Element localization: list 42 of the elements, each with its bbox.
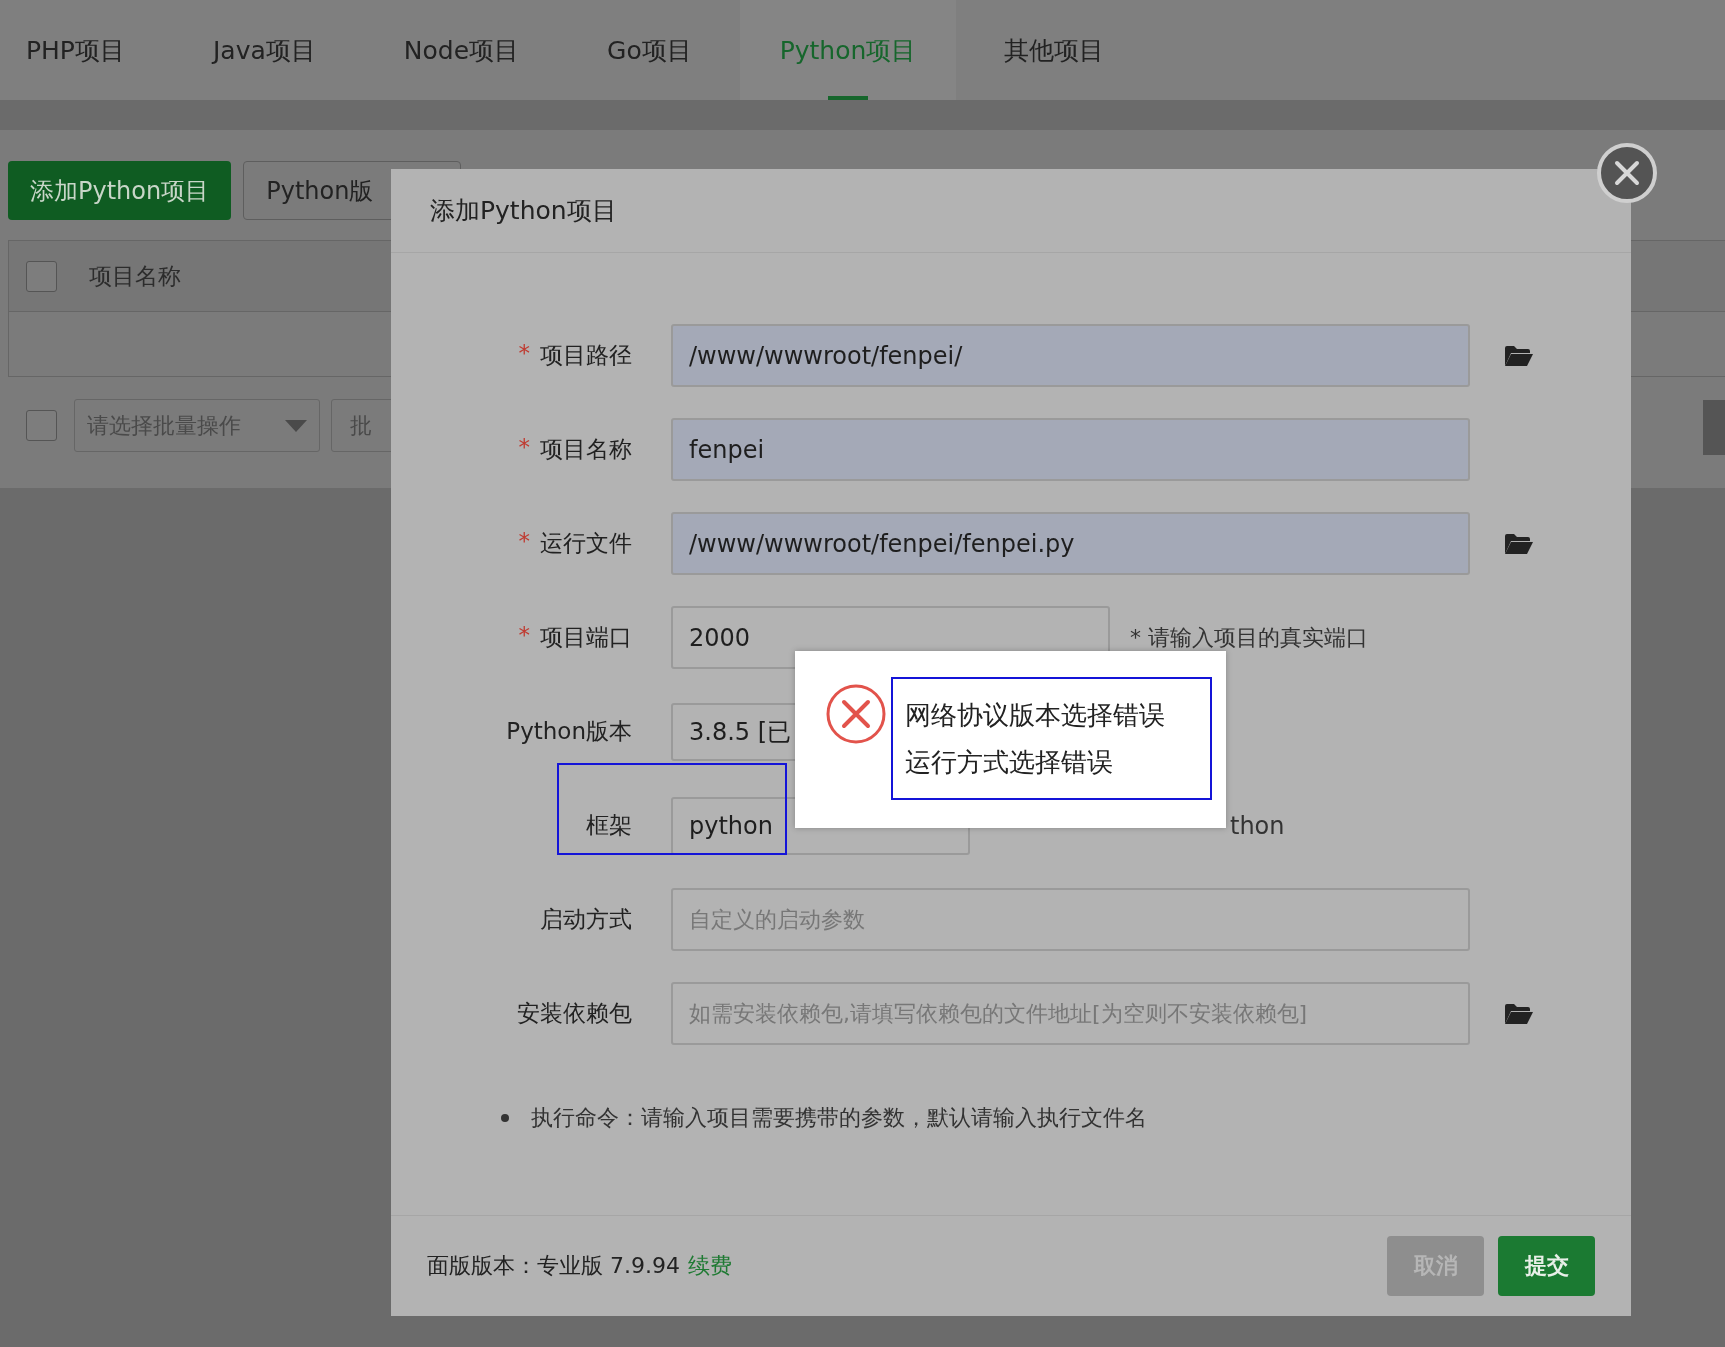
required-mark: *: [518, 528, 530, 556]
select-all-checkbox[interactable]: [26, 260, 57, 292]
field-label: Python版本: [506, 717, 632, 746]
folder-icon[interactable]: [1504, 1002, 1534, 1025]
required-mark: *: [518, 622, 530, 650]
field-label: 项目路径: [540, 341, 632, 370]
field-label: 安装依赖包: [517, 999, 632, 1028]
field-label: 运行文件: [540, 529, 632, 558]
error-icon: [825, 683, 887, 745]
project-tab[interactable]: Go项目: [567, 0, 732, 100]
input-field[interactable]: /www/wwwroot/fenpei/: [671, 324, 1470, 387]
caret-icon: [285, 419, 307, 432]
folder-icon[interactable]: [1504, 532, 1534, 555]
input-field[interactable]: /www/wwwroot/fenpei/fenpei.py: [671, 512, 1470, 575]
submit-button[interactable]: 提交: [1498, 1236, 1595, 1296]
input-field[interactable]: 如需安装依赖包,请填写依赖包的文件地址[为空则不安装依赖包]: [671, 982, 1470, 1045]
folder-icon[interactable]: [1504, 344, 1534, 367]
project-tab[interactable]: 其他项目: [964, 0, 1145, 100]
column-header: 项目名称: [89, 261, 181, 291]
row-checkbox[interactable]: [26, 410, 57, 441]
required-mark: *: [518, 434, 530, 462]
field-hint: thon: [1230, 811, 1285, 840]
input-field[interactable]: fenpei: [671, 418, 1470, 481]
project-tab[interactable]: Node项目: [363, 0, 559, 100]
field-hint: * 请输入项目的真实端口: [1130, 623, 1368, 652]
renew-link[interactable]: 续费: [687, 1251, 732, 1281]
field-label: 启动方式: [540, 905, 632, 934]
project-tab[interactable]: PHP项目: [0, 0, 165, 100]
close-icon[interactable]: [1596, 142, 1658, 204]
button-edge: [1703, 400, 1725, 455]
version-text: 面版版本：专业版 7.9.94: [427, 1252, 680, 1280]
add-project-button[interactable]: 添加Python项目: [8, 161, 232, 220]
error-message: 网络协议版本选择错误: [905, 698, 1166, 732]
input-field[interactable]: 自定义的启动参数: [671, 888, 1470, 951]
bullet-icon: [501, 1114, 509, 1122]
field-label: 项目名称: [540, 435, 632, 464]
required-mark: *: [518, 340, 530, 368]
field-label: 项目端口: [540, 623, 632, 652]
help-note: 执行命令：请输入项目需要携带的参数，默认请输入执行文件名: [531, 1104, 1147, 1132]
field-label: 框架: [586, 811, 632, 840]
project-tab[interactable]: Java项目: [172, 0, 356, 100]
error-message: 运行方式选择错误: [905, 745, 1114, 779]
